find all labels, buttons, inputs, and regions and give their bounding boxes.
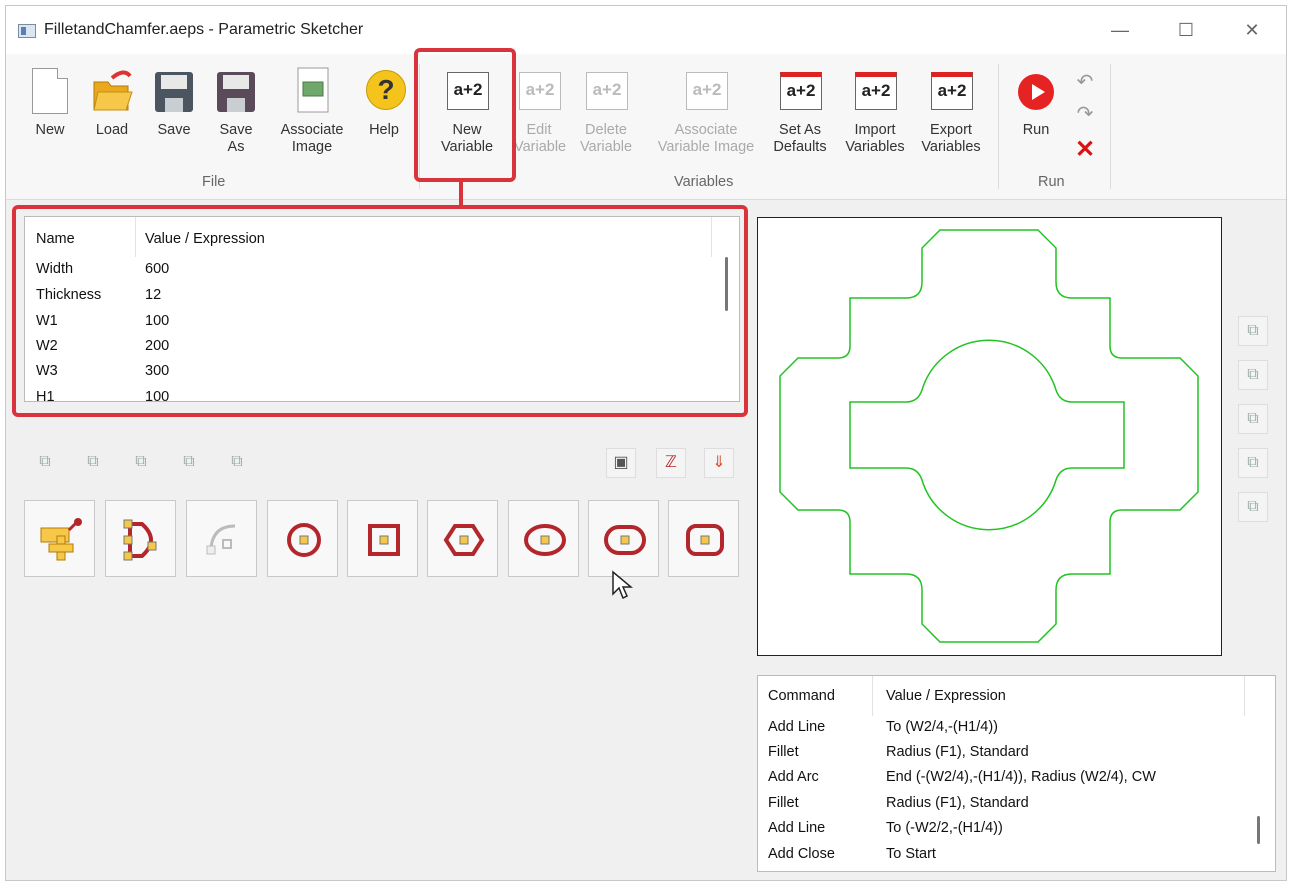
column-divider bbox=[872, 676, 873, 716]
associate-variable-image-button[interactable]: a+2 Associate Variable Image bbox=[646, 66, 766, 171]
export-variables-button[interactable]: a+2 Export Variables bbox=[916, 66, 986, 171]
save-as-button[interactable]: Save As bbox=[214, 66, 258, 171]
save-button[interactable]: Save bbox=[152, 66, 196, 171]
image-document-icon bbox=[290, 66, 334, 116]
load-button[interactable]: Load bbox=[88, 66, 136, 171]
ellipse-icon bbox=[524, 524, 566, 556]
view-iso-5-icon[interactable]: ⧉ bbox=[1238, 492, 1268, 522]
hexagon-icon bbox=[443, 524, 485, 556]
add-point-tool[interactable] bbox=[24, 500, 95, 577]
undo-icon[interactable]: ↶ bbox=[1070, 68, 1100, 98]
mouse-cursor-icon bbox=[612, 570, 633, 600]
delete-variable-icon: a+2 bbox=[586, 72, 628, 110]
file-group-label: File bbox=[202, 174, 226, 190]
edit-variable-icon: a+2 bbox=[519, 72, 561, 110]
view-front-icon[interactable]: ⧉ bbox=[30, 448, 60, 478]
sketch-canvas[interactable] bbox=[757, 217, 1222, 656]
help-button[interactable]: ? Help bbox=[362, 66, 406, 171]
edit-variable-button[interactable]: a+2 Edit Variable bbox=[514, 66, 566, 171]
open-folder-icon bbox=[90, 66, 134, 116]
obround-tool[interactable] bbox=[588, 500, 659, 577]
node-icon bbox=[206, 524, 236, 555]
import-variables-button[interactable]: a+2 Import Variables bbox=[840, 66, 910, 171]
minimize-button[interactable]: — bbox=[1100, 16, 1140, 46]
separator bbox=[1110, 64, 1111, 189]
circle-icon bbox=[287, 523, 321, 557]
column-divider bbox=[711, 217, 712, 257]
new-variable-highlight bbox=[414, 48, 516, 182]
associate-image-button[interactable]: Associate Image bbox=[272, 66, 352, 171]
zigzag-icon[interactable]: ℤ bbox=[656, 448, 686, 478]
highlight-connector bbox=[459, 181, 463, 207]
path-tool[interactable] bbox=[105, 500, 176, 577]
view-iso-4-icon[interactable]: ⧉ bbox=[1238, 448, 1268, 478]
add-point-icon bbox=[40, 518, 82, 561]
copy-layers-icon[interactable]: ▣ bbox=[606, 448, 636, 478]
ribbon: New Load Save Save As Associate Image ? … bbox=[6, 54, 1286, 200]
path-icon bbox=[123, 519, 157, 561]
hexagon-tool[interactable] bbox=[427, 500, 498, 577]
view-back-icon[interactable]: ⧉ bbox=[78, 448, 108, 478]
set-defaults-icon: a+2 bbox=[780, 72, 822, 110]
obround-icon bbox=[604, 525, 646, 555]
import-variables-icon: a+2 bbox=[855, 72, 897, 110]
scrollbar[interactable] bbox=[1257, 816, 1260, 844]
column-divider bbox=[1244, 676, 1245, 716]
maximize-button[interactable]: ☐ bbox=[1166, 16, 1206, 46]
rounded-rect-icon bbox=[686, 524, 724, 556]
set-as-defaults-button[interactable]: a+2 Set As Defaults bbox=[768, 66, 832, 171]
square-tool[interactable] bbox=[347, 500, 418, 577]
cancel-icon[interactable]: ✕ bbox=[1070, 136, 1100, 166]
variables-group-label: Variables bbox=[674, 174, 734, 190]
node-tool[interactable] bbox=[186, 500, 257, 577]
rounded-rect-tool[interactable] bbox=[668, 500, 739, 577]
circle-tool[interactable] bbox=[267, 500, 338, 577]
new-document-icon bbox=[32, 68, 68, 114]
separator bbox=[998, 64, 999, 189]
export-variables-icon: a+2 bbox=[931, 72, 973, 110]
redo-icon[interactable]: ↷ bbox=[1070, 100, 1100, 130]
associate-variable-image-icon: a+2 bbox=[686, 72, 728, 110]
app-icon bbox=[18, 24, 36, 38]
view-iso-2-icon[interactable]: ⧉ bbox=[1238, 360, 1268, 390]
save-as-icon bbox=[217, 72, 255, 112]
ellipse-tool[interactable] bbox=[508, 500, 579, 577]
new-button[interactable]: New bbox=[28, 66, 72, 171]
help-icon: ? bbox=[366, 70, 406, 110]
close-button[interactable]: ✕ bbox=[1232, 16, 1272, 46]
square-icon bbox=[368, 524, 400, 556]
run-group-label: Run bbox=[1038, 174, 1065, 190]
floppy-disk-icon bbox=[155, 72, 193, 112]
view-left-icon[interactable]: ⧉ bbox=[126, 448, 156, 478]
sketch-shape bbox=[779, 229, 1199, 643]
scrollbar[interactable] bbox=[725, 257, 728, 311]
window-title: FilletandChamfer.aeps - Parametric Sketc… bbox=[44, 21, 364, 38]
title-bar: FilletandChamfer.aeps - Parametric Sketc… bbox=[6, 6, 1286, 54]
run-button[interactable]: Run bbox=[1014, 66, 1058, 171]
delete-variable-button[interactable]: a+2 Delete Variable bbox=[578, 66, 634, 171]
view-iso-1-icon[interactable]: ⧉ bbox=[1238, 316, 1268, 346]
magnet-icon[interactable]: ⇓ bbox=[704, 448, 734, 478]
play-icon bbox=[1018, 74, 1054, 110]
view-iso-3-icon[interactable]: ⧉ bbox=[1238, 404, 1268, 434]
commands-table[interactable]: Command Value / Expression Add Line To (W… bbox=[757, 675, 1276, 872]
column-divider bbox=[135, 217, 136, 257]
view-right-icon[interactable]: ⧉ bbox=[174, 448, 204, 478]
variables-table[interactable]: Name Value / Expression Width 600 Thickne… bbox=[24, 216, 740, 402]
view-top-icon[interactable]: ⧉ bbox=[222, 448, 252, 478]
